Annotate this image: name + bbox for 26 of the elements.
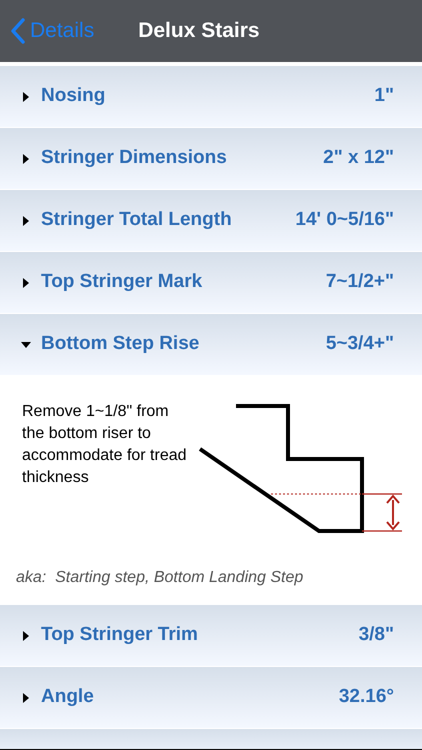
row-label: Top Stringer Trim — [41, 623, 198, 648]
disclosure-row[interactable]: Top Stringer Trim 3/8" — [0, 605, 422, 666]
row-value: 3/8" — [358, 623, 394, 648]
aka-note: aka: Starting step, Bottom Landing Step — [15, 568, 304, 588]
row-label: Stringer Total Length — [41, 208, 232, 232]
row-value: 14' 0~5/16" — [295, 208, 394, 232]
row-label: Nosing — [41, 84, 106, 108]
row-value: 32.16° — [338, 685, 394, 710]
disclosure-row[interactable]: Nosing 1" — [0, 66, 422, 127]
back-label: Details — [30, 18, 94, 44]
window-title: Delux Stairs — [138, 18, 260, 44]
disclosure-row[interactable]: Bottom Step Rise 5~3/4+" — [0, 314, 422, 375]
disclosure-row[interactable]: Stringer Total Length 14' 0~5/16" — [0, 190, 422, 251]
row-value: 7~1/2+" — [326, 270, 394, 294]
instruction-text: Remove 1~1/8" from the bottom riser to accommodate for tread thickness — [22, 402, 188, 488]
row-value: 1" — [374, 84, 394, 108]
row-value: 5~3/4+" — [326, 332, 394, 356]
row-label: Angle — [41, 685, 94, 710]
disclosure-row[interactable]: Stringer Dimensions 2" x 12" — [0, 128, 422, 189]
disclosure-row[interactable]: Angle 32.16° — [0, 667, 422, 728]
row-label: Stringer Dimensions — [41, 146, 227, 170]
row-value: 2" x 12" — [323, 146, 394, 170]
chevron-left-icon — [10, 18, 26, 44]
row-label: Top Stringer Mark — [41, 270, 202, 294]
row-label: Bottom Step Rise — [41, 332, 200, 356]
disclosure-row[interactable]: Top Stringer Mark 7~1/2+" — [0, 252, 422, 313]
